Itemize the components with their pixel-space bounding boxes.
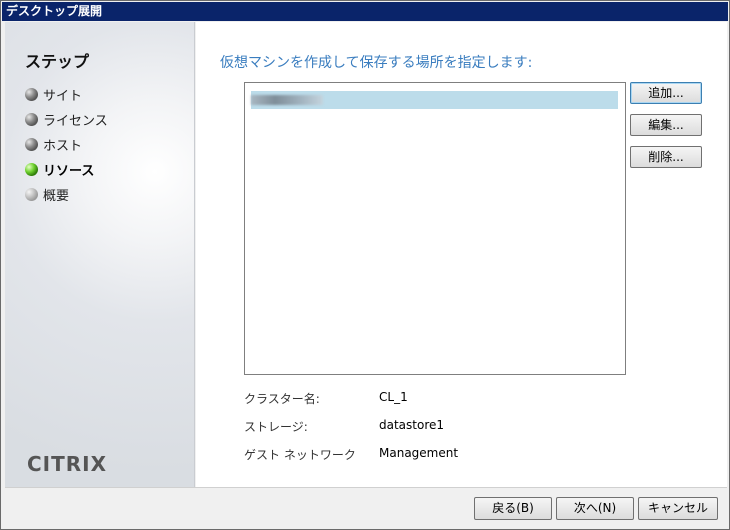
step-complete-icon [25,87,38,101]
storage-label: ストレージ: [244,420,308,434]
window-title: デスクトップ展開 [2,2,728,21]
back-button[interactable]: 戻る(B) [474,497,552,520]
step-license: ライセンス [25,110,108,129]
next-button[interactable]: 次へ(N) [556,497,634,520]
step-current-icon [25,162,38,176]
step-site: サイト [25,85,83,104]
step-label: ホスト [43,138,83,154]
step-label: リソース [43,163,95,179]
steps-sidebar: ステップ サイト ライセンス ホスト リソース 概要 CITRIX [5,22,195,487]
steps-title: ステップ [25,52,90,71]
edit-button[interactable]: 編集... [630,114,702,136]
step-summary: 概要 [25,185,70,204]
step-label: 概要 [43,188,70,204]
step-complete-icon [25,112,38,126]
main-panel: 仮想マシンを作成して保存する場所を指定します: 追加... 編集... 削除..… [196,22,727,487]
delete-button[interactable]: 削除... [630,146,702,168]
cluster-name-label: クラスター名: [244,392,320,406]
step-label: サイト [43,88,83,104]
list-item-selected[interactable] [251,91,618,109]
cluster-name-value: CL_1 [379,390,408,404]
blurred-item-name [251,95,323,105]
guest-network-label: ゲスト ネットワーク [244,448,356,462]
storage-value: datastore1 [379,418,445,432]
resource-list[interactable] [244,82,626,375]
step-resources: リソース [25,160,95,179]
guest-network-value: Management [379,446,459,460]
add-button[interactable]: 追加... [630,82,702,104]
footer-bar: 戻る(B) 次へ(N) キャンセル [5,487,727,527]
dialog-window: デスクトップ展開 ステップ サイト ライセンス ホスト リソース 概要 CITR… [0,0,730,530]
page-heading: 仮想マシンを作成して保存する場所を指定します: [220,55,533,71]
step-pending-icon [25,187,38,201]
cancel-button[interactable]: キャンセル [638,497,718,520]
step-label: ライセンス [43,113,108,129]
step-complete-icon [25,137,38,151]
step-host: ホスト [25,135,83,154]
citrix-logo: CITRIX [27,452,108,476]
